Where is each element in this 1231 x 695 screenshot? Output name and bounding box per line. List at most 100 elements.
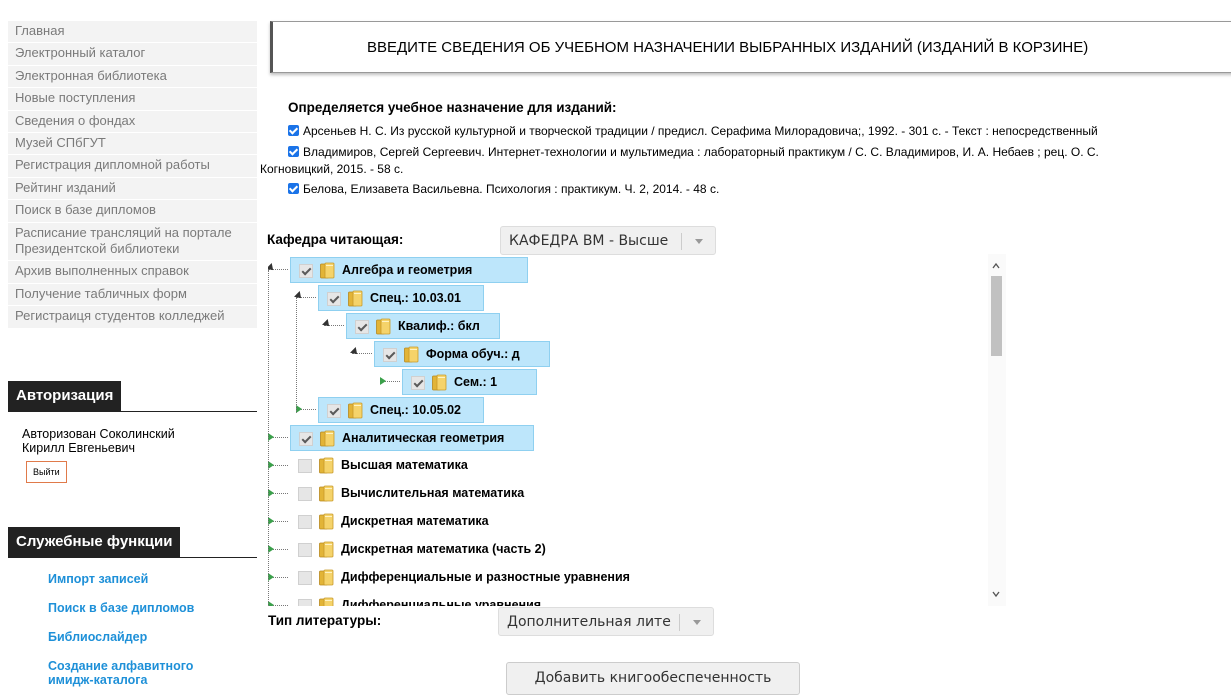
checkbox-icon[interactable]: [288, 146, 299, 157]
nav-item-broadcast-schedule[interactable]: Расписание трансляций на портале Президе…: [8, 223, 257, 262]
tree-checkbox[interactable]: [299, 432, 313, 446]
expand-toggle-icon[interactable]: [268, 593, 290, 606]
tree-node[interactable]: Алгебра и геометрия: [290, 257, 528, 283]
tree-checkbox[interactable]: [298, 599, 312, 606]
expand-toggle-icon[interactable]: [380, 369, 402, 395]
collapse-toggle-icon[interactable]: [322, 313, 346, 339]
checkbox-icon[interactable]: [288, 183, 299, 194]
tree-checkbox[interactable]: [298, 487, 312, 501]
scroll-thumb[interactable]: [991, 276, 1002, 356]
tree-checkbox[interactable]: [327, 404, 341, 418]
folder-icon: [319, 569, 334, 586]
tree-node-label: Сем.: 1: [454, 375, 498, 389]
folder-icon: [348, 290, 363, 307]
tree-node-label: Дифференциальные и разностные уравнения: [341, 570, 630, 584]
literature-type-value: Дополнительная лите: [507, 614, 671, 630]
scroll-up-icon[interactable]: [992, 262, 1000, 270]
tree-checkbox[interactable]: [355, 320, 369, 334]
expand-toggle-icon[interactable]: [268, 481, 290, 507]
logout-button[interactable]: Выйти: [26, 461, 67, 483]
service-slider-link[interactable]: Библиослайдер: [48, 630, 147, 644]
nav-item-catalog[interactable]: Электронный каталог: [8, 43, 257, 66]
checkbox-icon[interactable]: [288, 125, 299, 136]
folder-icon: [404, 346, 419, 363]
tree-node-label: Вычислительная математика: [341, 486, 525, 500]
select-divider: [679, 614, 680, 631]
tree-checkbox[interactable]: [298, 515, 312, 529]
tree-checkbox[interactable]: [298, 543, 312, 557]
nav-item-funds[interactable]: Сведения о фондах: [8, 111, 257, 134]
publication-item[interactable]: Арсеньев Н. С. Из русской культурной и т…: [288, 124, 1098, 138]
publication-item[interactable]: Белова, Елизавета Васильевна. Психология…: [288, 182, 719, 196]
tree-node[interactable]: Спец.: 10.05.02: [318, 397, 484, 423]
select-divider: [681, 233, 682, 250]
service-alpha-catalog-line1: Создание алфавитного: [48, 659, 194, 673]
nav-item-archive[interactable]: Архив выполненных справок: [8, 261, 257, 284]
expand-toggle-icon[interactable]: [296, 397, 318, 423]
tree-checkbox[interactable]: [327, 292, 341, 306]
tree-node[interactable]: Аналитическая геометрия: [290, 425, 534, 451]
tree-checkbox[interactable]: [299, 264, 313, 278]
tree-node-label: Дискретная математика: [341, 514, 489, 528]
sidebar: Главная Электронный каталог Электронная …: [0, 0, 257, 695]
page-title: ВВЕДИТЕ СВЕДЕНИЯ ОБ УЧЕБНОМ НАЗНАЧЕНИИ В…: [367, 39, 1089, 56]
nav-item-table-forms[interactable]: Получение табличных форм: [8, 284, 257, 307]
main-content: ВВЕДИТЕ СВЕДЕНИЯ ОБ УЧЕБНОМ НАЗНАЧЕНИИ В…: [258, 0, 1231, 695]
expand-toggle-icon[interactable]: [268, 565, 290, 591]
tree-node[interactable]: Квалиф.: бкл: [346, 313, 500, 339]
expand-toggle-icon[interactable]: [268, 425, 290, 451]
nav-item-thesis-registration[interactable]: Регистрация дипломной работы: [8, 155, 257, 178]
collapse-toggle-icon[interactable]: [350, 341, 374, 367]
service-alpha-catalog-link[interactable]: Создание алфавитного имидж-каталога: [48, 659, 193, 687]
nav-item-library[interactable]: Электронная библиотека: [8, 66, 257, 89]
selection-title: Определяется учебное назначение для изда…: [288, 100, 617, 115]
tree-node[interactable]: Спец.: 10.03.01: [318, 285, 484, 311]
collapse-toggle-icon[interactable]: [294, 285, 318, 311]
nav-item-thesis-search[interactable]: Поиск в базе дипломов: [8, 200, 257, 223]
scroll-down-icon[interactable]: [992, 590, 1000, 598]
tree-node[interactable]: Форма обуч.: д: [374, 341, 550, 367]
nav-item-home[interactable]: Главная: [8, 21, 257, 44]
literature-type-select[interactable]: Дополнительная лите: [498, 607, 714, 636]
department-label: Кафедра читающая:: [267, 232, 404, 247]
tree-node-row: Аналитическая геометрия: [268, 425, 536, 453]
service-import-link[interactable]: Импорт записей: [48, 572, 148, 586]
tree-node-label: Аналитическая геометрия: [342, 431, 505, 445]
tree-connector: [296, 298, 298, 413]
service-thesis-search-link[interactable]: Поиск в базе дипломов: [48, 601, 194, 615]
tree-checkbox[interactable]: [298, 459, 312, 473]
folder-icon: [320, 430, 335, 447]
nav-item-college-registration[interactable]: Регистраиця студентов колледжей: [8, 306, 257, 329]
folder-icon: [376, 318, 391, 335]
collapse-toggle-icon[interactable]: [268, 257, 290, 283]
literature-type-label: Тип литературы:: [268, 613, 382, 628]
folder-icon: [432, 374, 447, 391]
expand-toggle-icon[interactable]: [268, 509, 290, 535]
tree-node[interactable]: Сем.: 1: [402, 369, 537, 395]
tree-checkbox[interactable]: [411, 376, 425, 390]
nav-item-rating[interactable]: Рейтинг изданий: [8, 178, 257, 201]
tree-node-label: Квалиф.: бкл: [398, 319, 480, 333]
add-book-supply-button[interactable]: Добавить книгообеспеченность: [506, 662, 800, 695]
nav-item-museum[interactable]: Музей СПбГУТ: [8, 133, 257, 156]
publication-text: Арсеньев Н. С. Из русской культурной и т…: [303, 124, 1098, 138]
auth-divider: [8, 411, 257, 412]
tree-node-row: Спец.: 10.03.01: [294, 285, 486, 313]
tree-node-label: Спец.: 10.03.01: [370, 291, 461, 305]
publication-text-continued: Когновицкий, 2015. - 58 с.: [260, 162, 404, 176]
expand-toggle-icon[interactable]: [268, 537, 290, 563]
tree-checkbox[interactable]: [298, 571, 312, 585]
tree-node-label: Высшая математика: [341, 458, 468, 472]
tree-node-row: Высшая математика: [268, 453, 532, 481]
department-select[interactable]: КАФЕДРА ВМ - Высше: [500, 226, 716, 255]
nav-item-new-arrivals[interactable]: Новые поступления: [8, 88, 257, 111]
expand-toggle-icon[interactable]: [268, 453, 290, 479]
department-select-value: КАФЕДРА ВМ - Высше: [509, 233, 669, 249]
publication-item[interactable]: Владимиров, Сергей Сергеевич. Интернет-т…: [288, 145, 1099, 159]
tree-scrollbar[interactable]: [988, 254, 1006, 606]
tree-node-row: Алгебра и геометрия: [268, 257, 530, 285]
folder-icon: [319, 457, 334, 474]
tree-node-row: Форма обуч.: д: [350, 341, 552, 369]
tree-checkbox[interactable]: [383, 348, 397, 362]
folder-icon: [319, 541, 334, 558]
